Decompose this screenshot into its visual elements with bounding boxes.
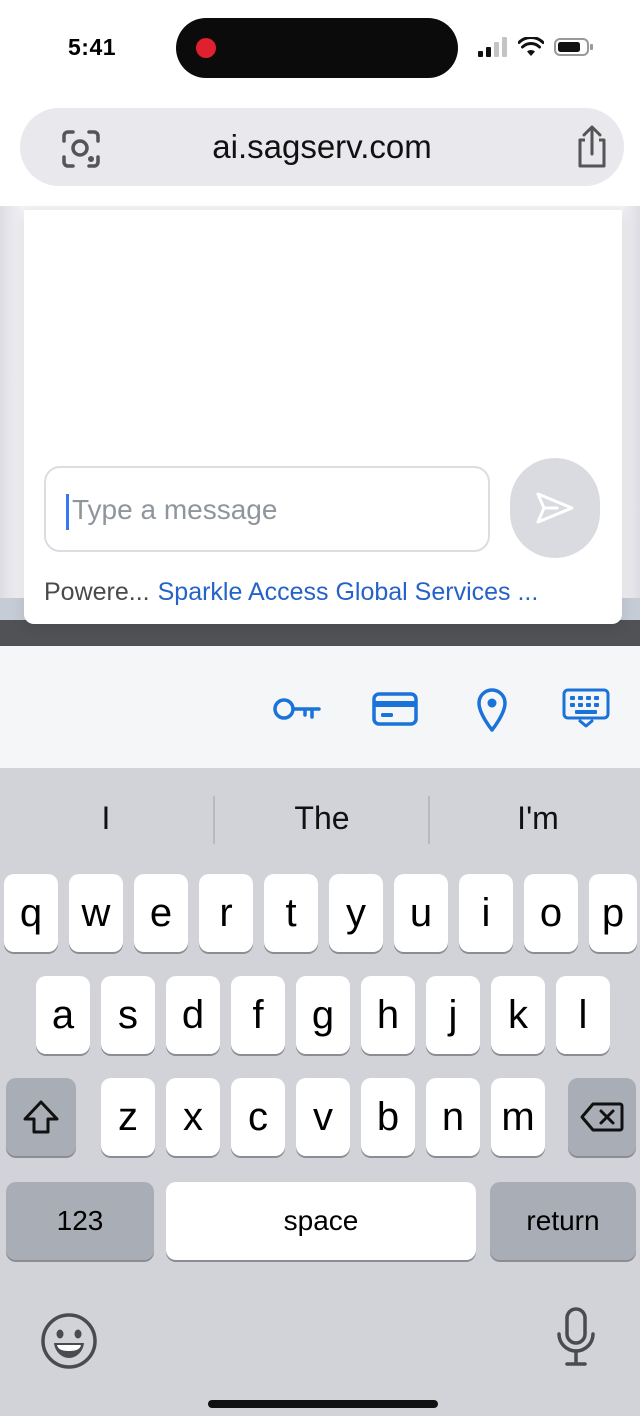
share-icon[interactable]	[572, 124, 612, 170]
key-r[interactable]: r	[199, 874, 253, 952]
battery-icon	[554, 38, 593, 56]
key-n[interactable]: n	[426, 1078, 480, 1156]
emoji-icon[interactable]	[40, 1312, 98, 1370]
credit-card-icon[interactable]	[372, 692, 418, 726]
chat-widget: Type a message Powere... Sparkle Access G…	[24, 210, 622, 624]
key-p[interactable]: p	[589, 874, 637, 952]
key-z[interactable]: z	[101, 1078, 155, 1156]
key-u[interactable]: u	[394, 874, 448, 952]
location-pin-icon[interactable]	[476, 688, 508, 732]
key-m[interactable]: m	[491, 1078, 545, 1156]
key-k[interactable]: k	[491, 976, 545, 1054]
suggestion-3[interactable]: I'm	[438, 800, 638, 837]
key-l[interactable]: l	[556, 976, 610, 1054]
page-edge-right	[620, 206, 640, 598]
status-time: 5:41	[68, 34, 117, 60]
cellular-signal-icon	[478, 37, 507, 57]
suggestion-2[interactable]: The	[222, 800, 422, 837]
status-bar: 5:41	[0, 0, 640, 100]
suggestion-1[interactable]: I	[6, 800, 206, 837]
key-w[interactable]: w	[69, 874, 123, 952]
key-q[interactable]: q	[4, 874, 58, 952]
suggestion-divider	[213, 796, 215, 844]
software-keyboard: I The I'm q w e r t y u i o p a s d f g …	[0, 768, 640, 1416]
message-input[interactable]: Type a message	[44, 466, 490, 552]
home-indicator[interactable]	[208, 1400, 438, 1408]
key-y[interactable]: y	[329, 874, 383, 952]
key-c[interactable]: c	[231, 1078, 285, 1156]
shift-icon	[23, 1100, 59, 1134]
return-key[interactable]: return	[490, 1182, 636, 1260]
key-b[interactable]: b	[361, 1078, 415, 1156]
suggestion-divider	[428, 796, 430, 844]
key-g[interactable]: g	[296, 976, 350, 1054]
delete-key[interactable]	[568, 1078, 636, 1156]
key-v[interactable]: v	[296, 1078, 350, 1156]
powered-by-label: Powere...	[44, 578, 150, 606]
dynamic-island	[176, 18, 458, 78]
backspace-icon	[580, 1102, 624, 1132]
send-button[interactable]	[510, 458, 600, 558]
recording-indicator-icon	[196, 38, 216, 58]
key-f[interactable]: f	[231, 976, 285, 1054]
key-a[interactable]: a	[36, 976, 90, 1054]
autofill-bar	[0, 646, 640, 768]
keyboard-icon[interactable]	[562, 688, 610, 728]
key-j[interactable]: j	[426, 976, 480, 1054]
space-key[interactable]: space	[166, 1182, 476, 1260]
url-text[interactable]: ai.sagserv.com	[20, 128, 624, 166]
key-d[interactable]: d	[166, 976, 220, 1054]
key-x[interactable]: x	[166, 1078, 220, 1156]
key-t[interactable]: t	[264, 874, 318, 952]
key-e[interactable]: e	[134, 874, 188, 952]
status-icons	[478, 36, 594, 58]
provider-link[interactable]: Sparkle Access Global Services ...	[158, 578, 539, 606]
url-bar[interactable]: ai.sagserv.com	[20, 108, 624, 186]
microphone-icon[interactable]	[554, 1306, 598, 1370]
text-caret	[66, 494, 69, 530]
key-o[interactable]: o	[524, 874, 578, 952]
send-icon	[536, 492, 574, 524]
key-h[interactable]: h	[361, 976, 415, 1054]
shift-key[interactable]	[6, 1078, 76, 1156]
page-edge-left	[0, 206, 24, 598]
key-i[interactable]: i	[459, 874, 513, 952]
powered-by-footer: Powere... Sparkle Access Global Services …	[44, 578, 604, 612]
message-input-placeholder: Type a message	[72, 494, 278, 525]
numbers-key[interactable]: 123	[6, 1182, 154, 1260]
wifi-icon	[518, 37, 544, 56]
key-s[interactable]: s	[101, 976, 155, 1054]
key-icon[interactable]	[272, 696, 322, 722]
